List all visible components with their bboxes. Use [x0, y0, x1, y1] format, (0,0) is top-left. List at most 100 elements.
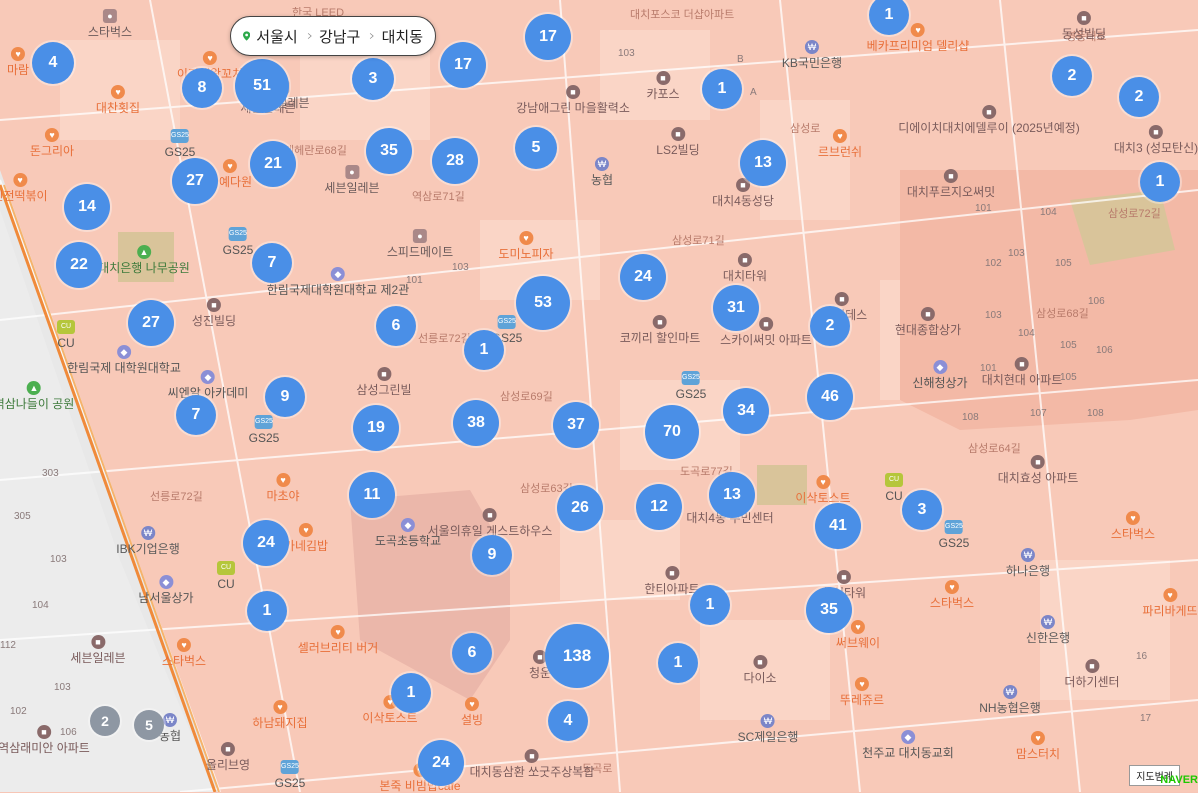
cluster-marker[interactable]: 13	[709, 472, 755, 518]
poi-marker[interactable]: GS25 GS25	[223, 227, 253, 257]
cluster-marker[interactable]: 4	[548, 701, 588, 741]
poi-marker[interactable]: ♥ 신전떡볶이	[0, 173, 48, 203]
poi-marker[interactable]: ♥ 가네김밥	[284, 523, 328, 553]
poi-marker[interactable]: ■ 대치푸르지오써밋	[907, 169, 995, 199]
cluster-marker[interactable]: 5	[515, 127, 557, 169]
cluster-marker[interactable]: 19	[353, 405, 399, 451]
poi-marker[interactable]: ◆ 한림국제 대학원대학교	[67, 345, 181, 375]
poi-marker[interactable]: ● 스타벅스	[88, 9, 132, 39]
cluster-marker[interactable]: 1	[690, 585, 730, 625]
cluster-marker[interactable]: 17	[525, 14, 571, 60]
poi-marker[interactable]: ♥ 설빙	[461, 697, 483, 727]
poi-marker[interactable]: ▲ 대치은행 나무공원	[98, 245, 190, 275]
cluster-marker[interactable]: 6	[452, 633, 492, 673]
cluster-marker[interactable]: 27	[172, 158, 218, 204]
cluster-marker[interactable]: 24	[418, 740, 464, 786]
poi-marker[interactable]: ◆ 천주교 대치동교회	[862, 730, 954, 760]
cluster-marker[interactable]: 9	[472, 535, 512, 575]
cluster-marker[interactable]: 22	[56, 242, 102, 288]
cluster-marker[interactable]: 2	[1052, 56, 1092, 96]
cluster-marker[interactable]: 41	[815, 503, 861, 549]
poi-marker[interactable]: ♥ 르브런쉬	[818, 129, 862, 159]
cluster-marker[interactable]: 28	[432, 138, 478, 184]
cluster-marker[interactable]: 2	[90, 706, 120, 736]
cluster-marker[interactable]: 24	[243, 520, 289, 566]
poi-marker[interactable]: ■ 역삼래미안 아파트	[0, 725, 90, 755]
breadcrumb-dong[interactable]: 대치동	[382, 26, 423, 47]
poi-marker[interactable]: ■ 서울의휴일 게스트하우스	[428, 508, 552, 538]
cluster-marker[interactable]: 1	[658, 643, 698, 683]
poi-marker[interactable]: ◆ 남서울상가	[138, 575, 194, 605]
poi-marker[interactable]: ■ 대치타워	[723, 253, 767, 283]
poi-marker[interactable]: ■ 카포스	[646, 71, 680, 101]
poi-marker[interactable]: ₩ IBK기업은행	[116, 526, 180, 556]
poi-marker[interactable]: GS25 GS25	[165, 129, 195, 159]
cluster-marker[interactable]: 24	[620, 254, 666, 300]
poi-marker[interactable]: ● 세븐일레븐	[324, 165, 380, 195]
cluster-marker[interactable]: 7	[176, 395, 216, 435]
cluster-marker[interactable]: 17	[440, 42, 486, 88]
poi-marker[interactable]: ♥ 이삭토스트	[795, 475, 851, 505]
poi-marker[interactable]: ♥ 도미노피자	[498, 231, 554, 261]
poi-marker[interactable]: ₩ 농협	[591, 157, 613, 187]
poi-marker[interactable]: ◆ 신해청상가	[912, 360, 968, 390]
cluster-marker[interactable]: 34	[723, 388, 769, 434]
poi-marker[interactable]: GS25 GS25	[939, 520, 969, 550]
poi-marker[interactable]: ■ 삼성그린빌	[356, 367, 412, 397]
poi-marker[interactable]: ■ 대치효성 아파트	[998, 455, 1078, 485]
poi-marker[interactable]: ₩ 신한은행	[1026, 615, 1070, 645]
cluster-marker[interactable]: 14	[64, 184, 110, 230]
poi-marker[interactable]: ♥ 스타벅스	[1111, 511, 1155, 541]
poi-marker[interactable]: ♥ 맘스터치	[1016, 731, 1060, 761]
cluster-marker[interactable]: 4	[32, 42, 74, 84]
cluster-marker[interactable]: 1	[702, 69, 742, 109]
poi-marker[interactable]: ■ 디에이치대치에델루이 (2025년예정)	[898, 105, 1080, 135]
poi-marker[interactable]: ₩ KB국민은행	[782, 40, 842, 70]
poi-marker[interactable]: ₩ NH농협은행	[979, 685, 1041, 715]
poi-marker[interactable]: ■ 현대종합상가	[895, 307, 961, 337]
poi-marker[interactable]: ■ 더하기센터	[1064, 659, 1120, 689]
cluster-marker[interactable]: 1	[391, 673, 431, 713]
poi-marker[interactable]: ₩ 하나은행	[1006, 548, 1050, 578]
cluster-marker[interactable]: 12	[636, 484, 682, 530]
poi-marker[interactable]: GS25 GS25	[249, 415, 279, 445]
cluster-marker[interactable]: 7	[252, 243, 292, 283]
cluster-marker[interactable]: 1	[247, 591, 287, 631]
poi-marker[interactable]: ■ 다이소	[743, 655, 777, 685]
cluster-marker[interactable]: 6	[376, 306, 416, 346]
cluster-marker[interactable]: 13	[740, 140, 786, 186]
poi-marker[interactable]: ♥ 뚜레쥬르	[840, 677, 884, 707]
cluster-marker[interactable]: 1	[1140, 162, 1180, 202]
poi-marker[interactable]: ■ 동성빌딩	[1062, 11, 1106, 41]
cluster-marker[interactable]: 138	[545, 624, 609, 688]
poi-marker[interactable]: ■ 성진빌딩	[192, 298, 236, 328]
cluster-marker[interactable]: 5	[134, 710, 164, 740]
cluster-marker[interactable]: 26	[557, 485, 603, 531]
poi-marker[interactable]: ■ 대치3 (성모탄신)	[1114, 125, 1198, 155]
poi-marker[interactable]: ■ 올리브영	[206, 742, 250, 772]
poi-marker[interactable]: GS25 GS25	[275, 760, 305, 790]
poi-marker[interactable]: ♥ 셀러브리티 버거	[298, 625, 378, 655]
cluster-marker[interactable]: 37	[553, 402, 599, 448]
poi-marker[interactable]: ■ 강남애그린 마을활력소	[516, 85, 630, 115]
cluster-marker[interactable]: 53	[516, 276, 570, 330]
poi-marker[interactable]: ■ 대치동삼환 쏘굿주상복합	[470, 749, 594, 779]
cluster-marker[interactable]: 27	[128, 300, 174, 346]
cluster-marker[interactable]: 11	[349, 472, 395, 518]
poi-marker[interactable]: ● 스피드메이트	[387, 229, 453, 259]
cluster-marker[interactable]: 2	[1119, 77, 1159, 117]
poi-marker[interactable]: ♥ 파리바게뜨	[1142, 588, 1198, 618]
cluster-marker[interactable]: 1	[464, 330, 504, 370]
poi-marker[interactable]: ♥ 대찬횟집	[96, 85, 140, 115]
poi-marker[interactable]: ▲ 역삼나들이 공원	[0, 381, 74, 411]
cluster-marker[interactable]: 2	[810, 306, 850, 346]
poi-marker[interactable]: CU CU	[885, 473, 903, 503]
cluster-marker[interactable]: 35	[806, 587, 852, 633]
poi-marker[interactable]: ♥ 돈그리아	[30, 128, 74, 158]
poi-marker[interactable]: ■ LS2빌딩	[656, 127, 700, 157]
poi-marker[interactable]: ♥ 하남돼지집	[252, 700, 308, 730]
poi-marker[interactable]: ■ 한티아파트	[644, 566, 700, 596]
cluster-marker[interactable]: 35	[366, 128, 412, 174]
cluster-marker[interactable]: 8	[182, 68, 222, 108]
cluster-marker[interactable]: 3	[902, 490, 942, 530]
